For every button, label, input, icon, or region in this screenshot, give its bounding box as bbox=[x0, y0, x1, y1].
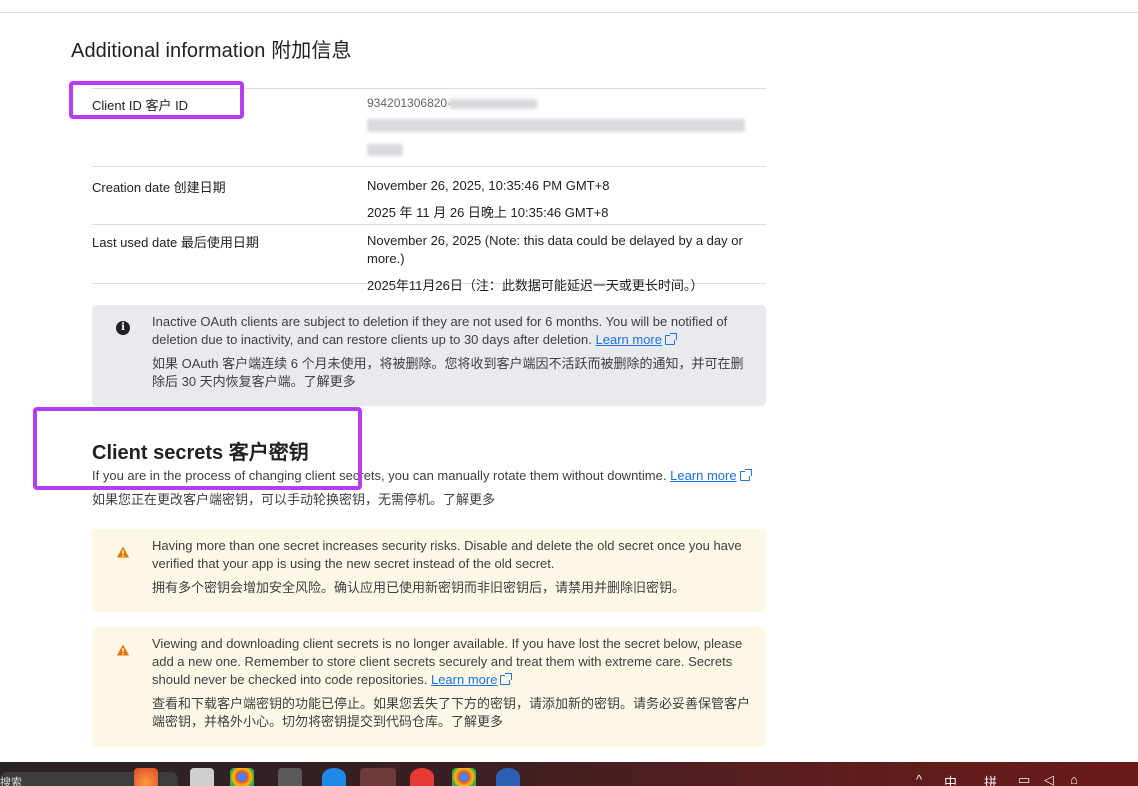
ime-indicator[interactable]: 中 bbox=[944, 772, 957, 786]
download-warning-en: Viewing and downloading client secrets i… bbox=[152, 636, 743, 687]
multiple-secrets-warning-en: Having more than one secret increases se… bbox=[152, 538, 742, 571]
qq-icon[interactable] bbox=[360, 768, 396, 786]
inactive-client-notice: i Inactive OAuth clients are subject to … bbox=[92, 305, 766, 406]
creation-date-label: Creation date 创建日期 bbox=[92, 180, 226, 195]
client-id-prefix: 934201306820- bbox=[367, 96, 452, 110]
creation-date-zh: 2025 年 11 月 26 日晚上 10:35:46 GMT+8 bbox=[367, 205, 609, 220]
external-link-icon bbox=[500, 673, 513, 685]
redacted-text bbox=[449, 98, 538, 109]
last-used-label: Last used date 最后使用日期 bbox=[92, 235, 259, 250]
additional-info-title: Additional information 附加信息 bbox=[71, 40, 352, 62]
client-id-value[interactable]: 934201306820- bbox=[367, 89, 766, 166]
external-link-icon bbox=[664, 333, 677, 345]
redacted-text bbox=[367, 119, 745, 132]
chrome-icon[interactable] bbox=[230, 768, 254, 786]
last-used-value: November 26, 2025 (Note: this data could… bbox=[367, 226, 766, 293]
multiple-secrets-warning: Having more than one secret increases se… bbox=[92, 529, 766, 612]
info-icon: i bbox=[116, 321, 130, 335]
warning-icon bbox=[117, 644, 129, 656]
inactive-notice-zh: 如果 OAuth 客户端连续 6 个月未使用，将被删除。您将收到客户端因不活跃而… bbox=[152, 356, 744, 389]
warning-icon bbox=[117, 546, 129, 558]
volume-icon[interactable]: ◁ bbox=[1044, 772, 1054, 786]
last-used-en: November 26, 2025 (Note: this data could… bbox=[367, 233, 743, 266]
creation-date-en: November 26, 2025, 10:35:46 PM GMT+8 bbox=[367, 178, 610, 193]
ime-mode-indicator[interactable]: 拼 bbox=[984, 772, 997, 786]
terminal-icon[interactable] bbox=[278, 768, 302, 786]
client-id-highlight-box bbox=[69, 81, 244, 119]
multiple-secrets-warning-zh: 拥有多个密钥会增加安全风险。确认应用已使用新密钥而非旧密钥后，请禁用并删除旧密钥… bbox=[152, 580, 686, 595]
taskbar-app-icon[interactable] bbox=[190, 768, 214, 786]
tray-expand-icon[interactable]: ^ bbox=[916, 772, 922, 786]
learn-more-link[interactable]: Learn more bbox=[670, 468, 736, 483]
last-used-zh: 2025年11月26日（注：此数据可能延迟一天或更长时间。） bbox=[367, 278, 704, 293]
client-secrets-desc-zh: 如果您正在更改客户端密钥，可以手动轮换密钥，无需停机。了解更多 bbox=[92, 492, 496, 507]
taskbar: 搜索 ^ 中 拼 ▭ ◁ ⌂ bbox=[0, 762, 1138, 786]
last-used-row: Last used date 最后使用日期 November 26, 2025 … bbox=[92, 225, 766, 293]
network-icon[interactable]: ⌂ bbox=[1070, 772, 1078, 786]
chrome-icon[interactable] bbox=[452, 768, 476, 786]
creation-date-row: Creation date 创建日期 November 26, 2025, 10… bbox=[92, 167, 766, 225]
learn-more-link[interactable]: Learn more bbox=[596, 332, 662, 347]
browser-icon[interactable] bbox=[322, 768, 346, 786]
creation-date-value: November 26, 2025, 10:35:46 PM GMT+8 202… bbox=[367, 171, 766, 224]
taskbar-app-icon[interactable] bbox=[496, 768, 520, 786]
redacted-text bbox=[367, 144, 403, 156]
client-secrets-highlight-box bbox=[33, 407, 362, 490]
inactive-notice-en: Inactive OAuth clients are subject to de… bbox=[152, 314, 728, 347]
external-link-icon bbox=[739, 469, 752, 481]
taskbar-app-icon[interactable] bbox=[410, 768, 434, 786]
display-icon[interactable]: ▭ bbox=[1018, 772, 1030, 786]
download-unavailable-warning: Viewing and downloading client secrets i… bbox=[92, 627, 766, 747]
taskbar-app-icon[interactable] bbox=[134, 768, 158, 786]
download-warning-zh: 查看和下载客户端密钥的功能已停止。如果您丢失了下方的密钥，请添加新的密钥。请务必… bbox=[152, 696, 751, 729]
learn-more-link[interactable]: Learn more bbox=[431, 672, 497, 687]
top-divider bbox=[0, 12, 1138, 13]
